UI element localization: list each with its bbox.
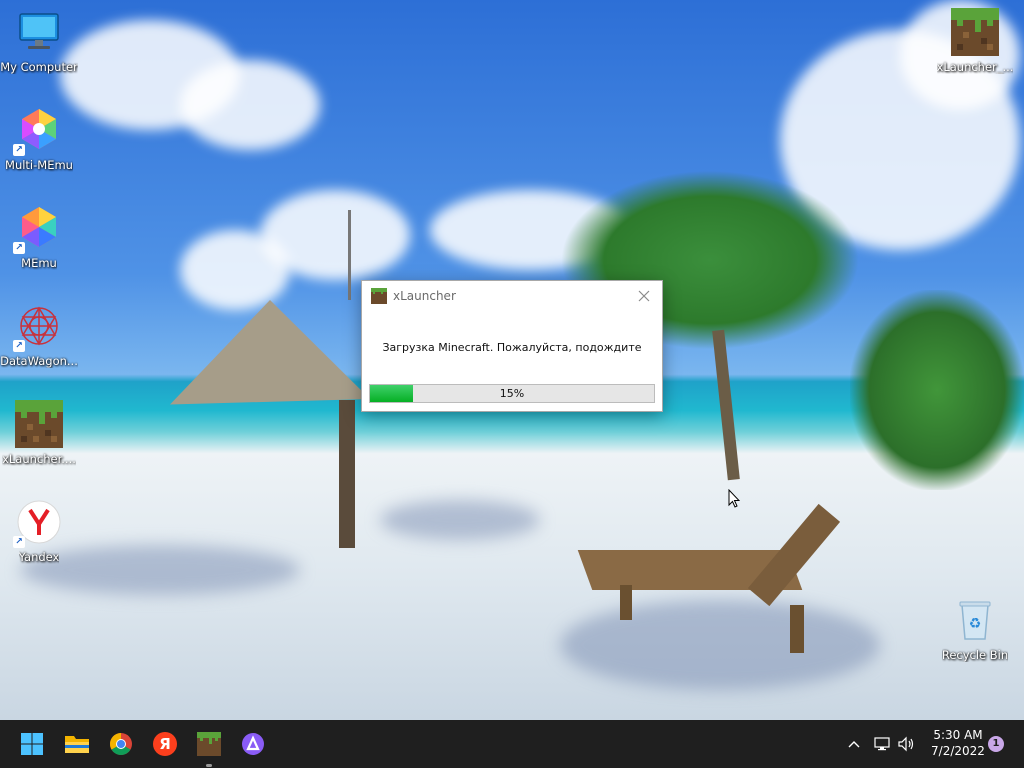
shortcut-arrow-icon: ↗ [13,144,25,156]
shortcut-arrow-icon: ↗ [13,340,25,352]
desktop-icon-multi-memu[interactable]: ↗ Multi-MEmu [0,106,78,172]
desktop-icon-label: Yandex [18,550,60,564]
desktop-icon-label: xLauncher_... [936,60,1014,74]
dialog-titlebar[interactable]: xLauncher [362,281,662,311]
minecraft-grass-icon [197,732,221,756]
clock-date: 7/2/2022 [931,744,985,758]
memu-icon: ↗ [13,106,63,156]
progress-percent-label: 15% [499,387,525,400]
dialog-message: Загрузка Minecraft. Пожалуйста, подождит… [382,341,642,354]
recycle-bin-icon: ♻ [951,596,999,644]
desktop-icon-yandex[interactable]: ↗ Yandex [0,498,78,564]
taskbar: Я 5:30 AM 7/2/2022 [0,720,1024,768]
datawagon-icon: ↗ [13,302,63,352]
desktop-icon-recycle-bin[interactable]: ♻ Recycle Bin [936,596,1014,662]
desktop-icon-label: Multi-MEmu [5,158,73,172]
close-button[interactable] [632,284,656,308]
file-explorer-button[interactable] [61,728,93,760]
volume-button[interactable] [894,720,918,768]
monitor-icon [15,8,63,56]
chevron-up-icon [848,741,860,748]
volume-icon [898,736,914,752]
close-icon [638,290,650,302]
alice-icon [242,733,264,755]
shortcut-arrow-icon: ↗ [13,242,25,254]
desktop-icon-label: MEmu [21,256,57,270]
dialog-title: xLauncher [393,289,456,303]
desktop-icon-xlauncher-right[interactable]: xLauncher_... [936,8,1014,74]
yandex-icon: ↗ [13,498,63,548]
notification-badge[interactable]: 1 [988,736,1004,752]
desktop-icon-memu[interactable]: ↗ MEmu [0,204,78,270]
minecraft-grass-icon [371,288,387,304]
windows-start-icon [21,733,43,755]
memu-icon: ↗ [13,204,63,254]
network-button[interactable] [870,720,894,768]
taskbar-clock[interactable]: 5:30 AM 7/2/2022 [922,727,994,759]
svg-text:♻: ♻ [969,616,982,632]
xlauncher-taskbar-button[interactable] [193,728,225,760]
desktop-icon-label: xLauncher.... [2,452,76,466]
progress-bar: 15% [369,384,655,403]
chrome-button[interactable] [105,728,137,760]
clock-time: 5:30 AM [933,728,983,742]
xlauncher-dialog: xLauncher Загрузка Minecraft. Пожалуйста… [361,280,663,412]
desktop-icon-label: DataWagon... [0,354,78,368]
network-icon [874,737,890,751]
minecraft-grass-icon [951,8,999,56]
desktop-icon-label: My Computer [0,60,78,74]
minecraft-grass-icon [15,400,63,448]
desktop-icon-my-computer[interactable]: My Computer [0,8,78,74]
shortcut-arrow-icon: ↗ [13,536,25,548]
desktop-icon-label: Recycle Bin [941,648,1009,662]
active-app-indicator [206,764,212,767]
alice-button[interactable] [237,728,269,760]
mouse-cursor-icon [728,489,740,508]
chrome-icon [110,733,132,755]
desktop-icon-xlauncher[interactable]: xLauncher.... [0,400,78,466]
desktop-icon-datawagon[interactable]: ↗ DataWagon... [0,302,78,368]
file-explorer-icon [65,736,89,753]
yandex-browser-button[interactable]: Я [149,728,181,760]
show-hidden-icons-button[interactable] [842,720,866,768]
yandex-browser-icon: Я [153,732,177,756]
start-button[interactable] [16,728,48,760]
